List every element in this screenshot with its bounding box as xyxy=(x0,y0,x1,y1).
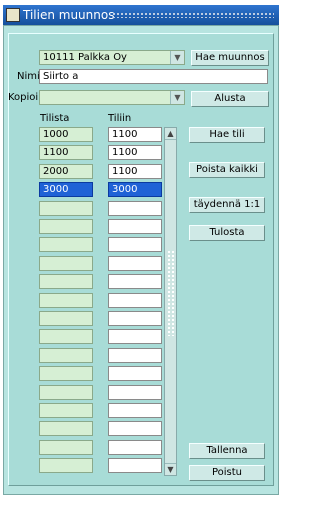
name-label: Nimi xyxy=(17,71,40,82)
to-account-field[interactable]: 1100 xyxy=(108,127,162,142)
from-account-field[interactable]: 1100 xyxy=(39,145,93,160)
from-account-field[interactable] xyxy=(39,311,93,326)
name-input[interactable]: Siirto a xyxy=(39,69,268,84)
copy-select[interactable] xyxy=(39,90,185,105)
from-account-field[interactable] xyxy=(39,256,93,271)
to-account-field[interactable] xyxy=(108,274,162,289)
from-account-field[interactable]: 2000 xyxy=(39,164,93,179)
to-account-field[interactable] xyxy=(108,237,162,252)
from-account-field[interactable] xyxy=(39,440,93,455)
to-account-field[interactable]: 1100 xyxy=(108,164,162,179)
title-bar-grip xyxy=(112,12,274,18)
scroll-thumb[interactable] xyxy=(167,250,174,336)
hae-muunnos-button[interactable]: Hae muunnos xyxy=(191,50,269,66)
to-account-field[interactable] xyxy=(108,219,162,234)
to-account-field[interactable] xyxy=(108,366,162,381)
to-account-field[interactable] xyxy=(108,293,162,308)
window-title: Tilien muunnos xyxy=(23,8,115,22)
to-account-field[interactable] xyxy=(108,311,162,326)
to-account-field[interactable] xyxy=(108,348,162,363)
tallenna-button[interactable]: Tallenna xyxy=(189,443,265,459)
hae-tili-button[interactable]: Hae tili xyxy=(189,127,265,143)
from-account-field[interactable] xyxy=(39,385,93,400)
chevron-down-icon[interactable]: ▼ xyxy=(170,51,184,64)
from-account-field[interactable] xyxy=(39,293,93,308)
chevron-down-icon[interactable]: ▼ xyxy=(170,91,184,104)
from-account-field[interactable] xyxy=(39,274,93,289)
from-account-field[interactable] xyxy=(39,201,93,216)
to-account-field[interactable] xyxy=(108,201,162,216)
to-account-field[interactable] xyxy=(108,256,162,271)
to-account-field[interactable] xyxy=(108,440,162,455)
to-account-field[interactable]: 1100 xyxy=(108,145,162,160)
poistu-button[interactable]: Poistu xyxy=(189,465,265,481)
alusta-button[interactable]: Alusta xyxy=(191,91,269,107)
arrow-up-icon[interactable]: ▲ xyxy=(165,128,176,140)
company-value: 10111 Palkka Oy xyxy=(43,52,127,63)
to-account-field[interactable] xyxy=(108,458,162,473)
column-header-from: Tilista xyxy=(40,113,70,124)
from-account-field[interactable] xyxy=(39,329,93,344)
from-account-field[interactable]: 1000 xyxy=(39,127,93,142)
from-account-field[interactable] xyxy=(39,366,93,381)
from-account-field[interactable] xyxy=(39,348,93,363)
tulosta-button[interactable]: Tulosta xyxy=(189,225,265,241)
from-account-field[interactable]: 3000 xyxy=(39,182,93,197)
arrow-down-icon[interactable]: ▼ xyxy=(165,463,176,475)
taydenna-button[interactable]: täydennä 1:1 xyxy=(189,197,265,213)
to-account-field[interactable]: 3000 xyxy=(108,182,162,197)
company-select[interactable]: 10111 Palkka Oy xyxy=(39,50,185,65)
from-account-field[interactable] xyxy=(39,219,93,234)
to-account-field[interactable] xyxy=(108,385,162,400)
to-account-field[interactable] xyxy=(108,403,162,418)
poista-kaikki-button[interactable]: Poista kaikki xyxy=(189,162,265,178)
column-header-to: Tiliin xyxy=(108,113,132,124)
from-account-field[interactable] xyxy=(39,237,93,252)
copy-label: Kopioi xyxy=(8,92,39,103)
from-account-field[interactable] xyxy=(39,403,93,418)
from-account-field[interactable] xyxy=(39,458,93,473)
app-icon xyxy=(6,8,20,22)
to-account-field[interactable] xyxy=(108,329,162,344)
from-account-field[interactable] xyxy=(39,421,93,436)
to-account-field[interactable] xyxy=(108,421,162,436)
